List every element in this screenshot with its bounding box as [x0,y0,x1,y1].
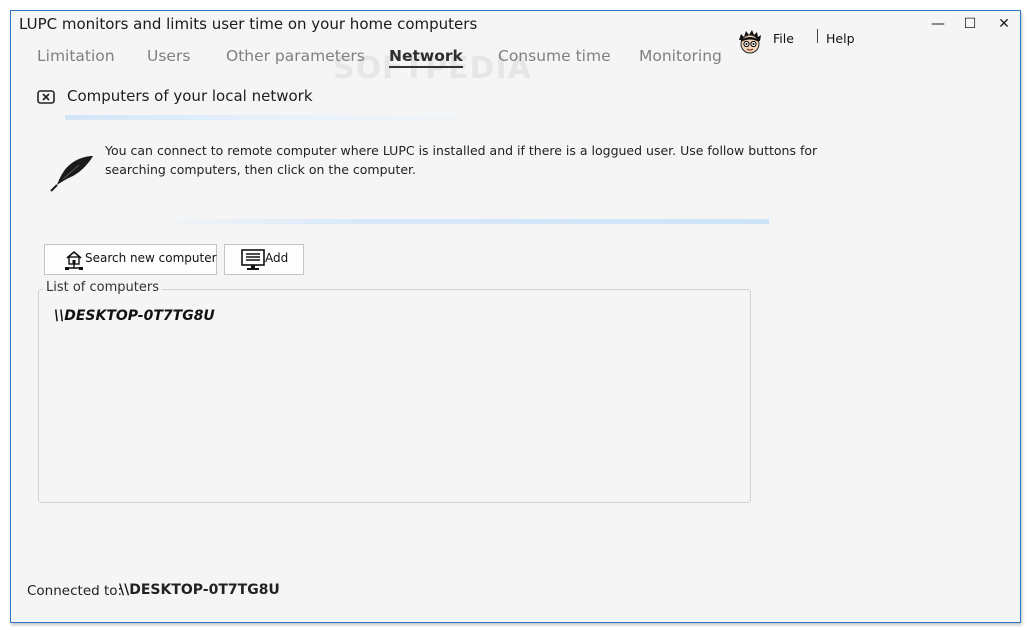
quill-icon [49,153,97,197]
tab-users[interactable]: Users [147,47,190,65]
menu-file[interactable]: File [773,31,794,46]
tab-monitoring[interactable]: Monitoring [639,47,722,65]
menu-help[interactable]: Help [826,31,855,46]
search-button-label: Search new computer [85,251,217,265]
computer-monitor-icon [241,249,265,274]
search-new-computer-button[interactable]: Search new computer [44,244,217,275]
connected-to-label: Connected to: [27,583,123,599]
network-home-icon [64,249,84,274]
tab-network[interactable]: Network [389,47,463,68]
tab-consume-time[interactable]: Consume time [498,47,611,65]
tab-limitation[interactable]: Limitation [37,47,115,65]
app-window: LUPC monitors and limits user time on yo… [10,10,1021,623]
close-box-icon[interactable] [37,89,55,108]
add-computer-button[interactable]: Add [224,244,304,275]
tab-other-parameters[interactable]: Other parameters [226,47,365,65]
section-divider [65,115,515,120]
close-button[interactable]: ✕ [989,13,1019,35]
add-button-label: Add [265,251,289,265]
info-divider [149,219,769,224]
cartoon-avatar-icon [737,29,763,55]
minimize-button[interactable]: — [923,13,953,35]
computer-list-item[interactable]: \\DESKTOP-0T7TG8U [54,308,215,324]
computers-list-label: List of computers [43,280,162,295]
window-title: LUPC monitors and limits user time on yo… [19,15,478,33]
maximize-button[interactable]: ☐ [955,13,985,35]
section-title: Computers of your local network [67,87,313,105]
info-text: You can connect to remote computer where… [105,143,818,177]
connected-to-value: \\DESKTOP-0T7TG8U [119,582,280,598]
menu-separator [817,29,818,43]
